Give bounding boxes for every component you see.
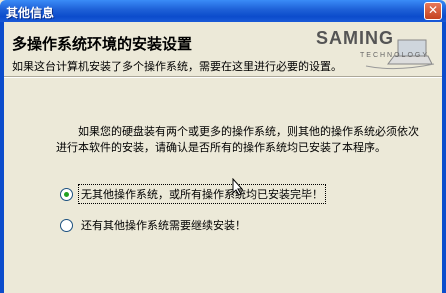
brand-logo: SAMING TECHNOLOGY [316, 26, 436, 70]
window-title: 其他信息 [6, 6, 55, 20]
window-frame-right [442, 22, 446, 293]
page-title: 多操作系统环境的安装设置 [12, 35, 193, 53]
option-continue-install[interactable]: 还有其他操作系统需要继续安装！ [60, 216, 248, 234]
logo-text: SAMING [316, 28, 394, 48]
radio-option-continue-install[interactable] [60, 218, 73, 232]
option-label: 还有其他操作系统需要继续安装！ [81, 219, 246, 232]
option-label: 无其他操作系统，或所有操作系统均已安装完毕！ [78, 184, 326, 204]
option-all-installed[interactable]: 无其他操作系统，或所有操作系统均已安装完毕！ [60, 184, 326, 204]
mouse-cursor-icon [232, 178, 244, 196]
window-titlebar[interactable]: 其他信息 ✕ [0, 0, 446, 22]
radio-option-all-installed[interactable] [60, 187, 73, 201]
page-subtitle: 如果这台计算机安装了多个操作系统，需要在这里进行必要的设置。 [12, 60, 342, 73]
close-icon: ✕ [427, 3, 439, 17]
wizard-body: 如果您的硬盘装有两个或更多的操作系统，则其他的操作系统必须依次进行本软件的安装，… [4, 78, 442, 293]
logo-subtext: TECHNOLOGY [360, 52, 430, 59]
close-button[interactable]: ✕ [424, 2, 442, 20]
description-text: 如果您的硬盘装有两个或更多的操作系统，则其他的操作系统必须依次进行本软件的安装，… [56, 125, 419, 154]
wizard-header: 多操作系统环境的安装设置 如果这台计算机安装了多个操作系统，需要在这里进行必要的… [4, 22, 442, 76]
